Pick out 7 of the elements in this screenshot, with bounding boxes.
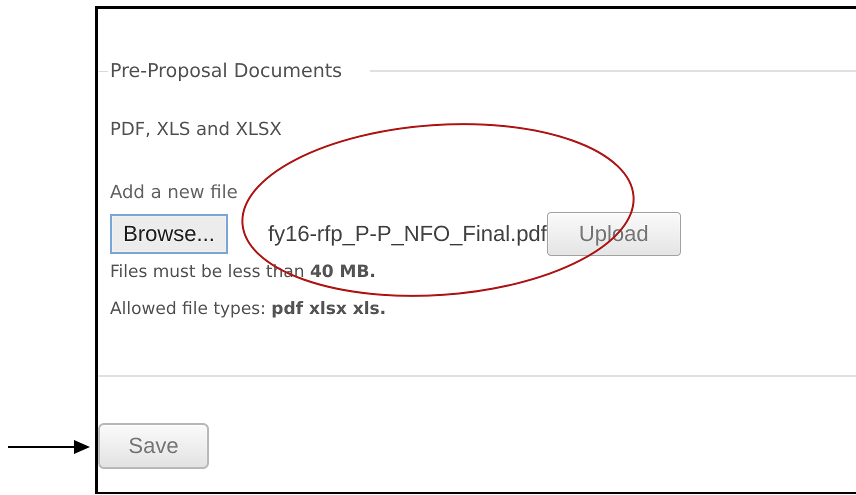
file-formats-text: PDF, XLS and XLSX	[110, 118, 282, 142]
browse-button[interactable]: Browse...	[110, 214, 228, 254]
file-name-text: fy16-rfp_P-P_NFO_Final.pdf	[268, 220, 547, 248]
file-types-note: Allowed file types: pdf xlsx xls.	[110, 298, 386, 321]
add-file-label: Add a new file	[110, 180, 238, 204]
save-button[interactable]: Save	[98, 422, 209, 468]
fieldset-legend: Pre-Proposal Documents	[108, 57, 344, 86]
